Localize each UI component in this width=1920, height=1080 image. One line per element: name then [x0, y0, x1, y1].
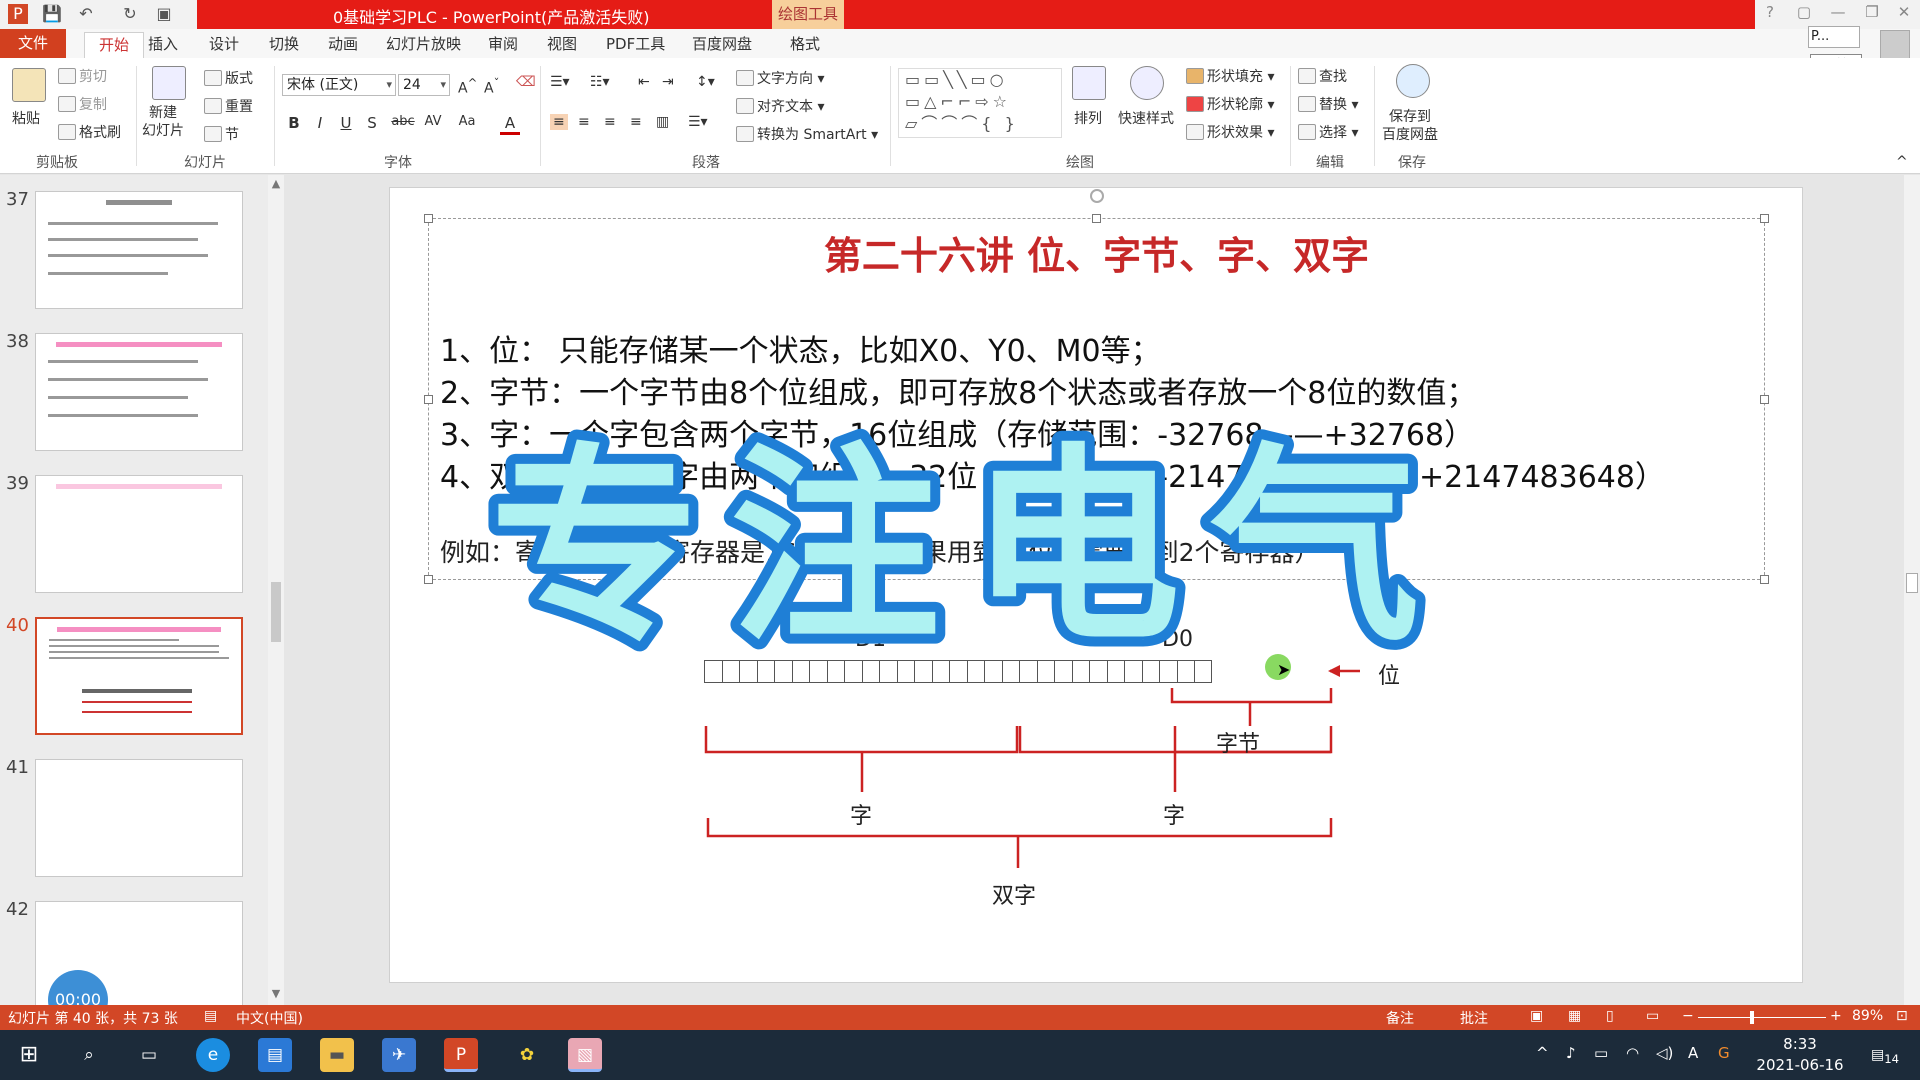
tray-chevron-icon[interactable]: ^: [1536, 1044, 1549, 1062]
fit-slide-icon[interactable]: ⊡: [1896, 1008, 1908, 1024]
watermark-text: 专注电气: [490, 425, 1450, 670]
spellcheck-icon[interactable]: ▤: [204, 1008, 217, 1024]
wifi-icon[interactable]: ◠: [1626, 1044, 1639, 1062]
system-clock[interactable]: 8:33 2021-06-16: [1752, 1034, 1848, 1076]
store-icon[interactable]: ▤: [258, 1038, 292, 1072]
slide-counter: 幻灯片 第 40 张，共 73 张: [8, 1011, 178, 1027]
clock-date: 2021-06-16: [1756, 1056, 1844, 1074]
byte-bracket: [1170, 688, 1333, 726]
taskbar: ⊞ ⌕ ▭ e ▤ ▬ ✈ P ✿ ▧ ^ ♪ ▭ ◠ ◁) A G 8:33 …: [0, 1030, 1920, 1080]
feishu-icon[interactable]: ✈: [382, 1038, 416, 1072]
zoom-slider-thumb[interactable]: [1750, 1011, 1754, 1024]
battery-icon[interactable]: ▭: [1594, 1044, 1608, 1062]
microphone-icon[interactable]: ♪: [1566, 1044, 1576, 1062]
notes-button[interactable]: 备注: [1386, 1008, 1414, 1028]
clock-time: 8:33: [1783, 1035, 1817, 1053]
notification-count: 14: [1884, 1051, 1900, 1066]
edge-browser-icon[interactable]: e: [196, 1038, 230, 1072]
powerpoint-window: P 💾 ↶ ↻ ▣ 0基础学习PLC - PowerPoint(产品激活失败) …: [0, 0, 1920, 1080]
dword-bracket: [706, 818, 1333, 868]
word-left-label: 字: [850, 804, 873, 829]
comments-button[interactable]: 批注: [1460, 1008, 1488, 1028]
powerpoint-taskbar-icon[interactable]: P: [444, 1038, 478, 1072]
word-right-label: 字: [1163, 804, 1186, 829]
search-icon[interactable]: ⌕: [72, 1038, 106, 1072]
task-view-icon[interactable]: ▭: [132, 1038, 166, 1072]
notification-center-icon[interactable]: ▤14: [1868, 1038, 1902, 1072]
scrollbar-thumb[interactable]: [1906, 573, 1918, 593]
zoom-out-icon[interactable]: −: [1682, 1008, 1694, 1024]
dword-label: 双字: [992, 884, 1037, 909]
zoom-in-icon[interactable]: +: [1830, 1008, 1842, 1024]
byte-label: 字节: [1216, 732, 1261, 757]
slideshow-icon[interactable]: ▭: [1646, 1008, 1659, 1024]
language-indicator[interactable]: 中文(中国): [236, 1008, 303, 1028]
zoom-level[interactable]: 89%: [1852, 1008, 1883, 1024]
slide-sorter-icon[interactable]: ▦: [1568, 1008, 1581, 1024]
zoom-slider[interactable]: [1698, 1017, 1826, 1018]
status-bar: 幻灯片 第 40 张，共 73 张 ▤ 中文(中国) 备注 批注 ▣ ▦ ▯ ▭…: [0, 1005, 1920, 1030]
paint-app-icon[interactable]: ▧: [568, 1038, 602, 1072]
volume-icon[interactable]: ◁): [1656, 1044, 1673, 1062]
reading-view-icon[interactable]: ▯: [1606, 1008, 1614, 1024]
ime-indicator[interactable]: A: [1688, 1044, 1698, 1062]
word-bracket-left: [704, 726, 1019, 792]
recorder-app-icon[interactable]: ✿: [510, 1038, 544, 1072]
slide-vertical-scrollbar[interactable]: [1904, 175, 1920, 1005]
antivirus-icon[interactable]: G: [1718, 1044, 1730, 1062]
file-explorer-icon[interactable]: ▬: [320, 1038, 354, 1072]
normal-view-icon[interactable]: ▣: [1530, 1008, 1543, 1024]
windows-start-icon[interactable]: ⊞: [12, 1038, 46, 1072]
watermark: 专注电气: [480, 415, 1450, 680]
